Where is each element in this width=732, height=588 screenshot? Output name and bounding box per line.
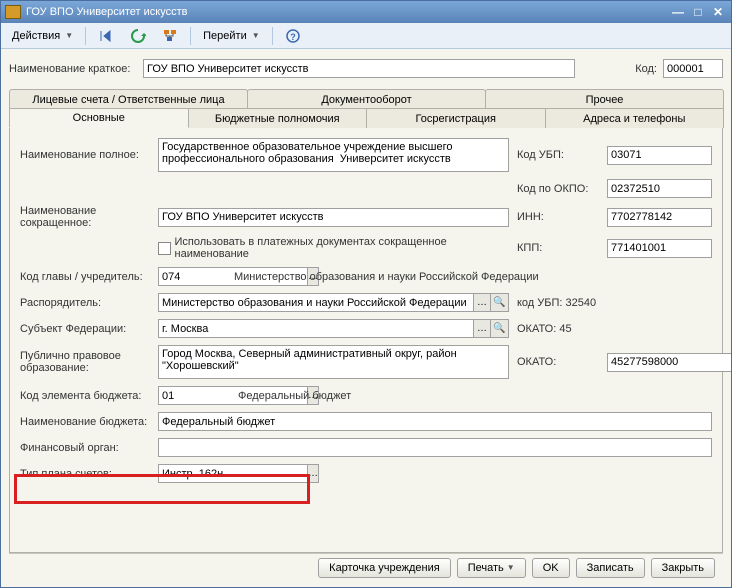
tab-accounts[interactable]: Лицевые счета / Ответственные лица [9, 89, 248, 109]
svg-text:?: ? [290, 32, 296, 42]
subject-search-button[interactable]: 🔍 [491, 319, 509, 338]
form-grid: Наименование полное: Код УБП: Код по ОКП… [20, 138, 712, 483]
goto-menu[interactable]: Перейти▼ [196, 26, 267, 46]
titlebar: ГОУ ВПО Университет искусств — □ ✕ [1, 1, 731, 23]
full-name-label: Наименование полное: [20, 149, 150, 161]
okato-combo: … [607, 353, 712, 372]
okpo-input[interactable] [607, 179, 712, 198]
separator [85, 27, 86, 45]
name-short-input[interactable] [143, 59, 575, 78]
app-icon [5, 5, 21, 19]
chapter-text: Министерство образования и науки Российс… [234, 271, 539, 283]
nav-first-button[interactable] [91, 26, 121, 46]
pub-input[interactable] [158, 345, 509, 379]
close-button[interactable]: ✕ [709, 4, 727, 20]
budget-elem-label: Код элемента бюджета: [20, 390, 150, 402]
card-button[interactable]: Карточка учреждения [318, 558, 451, 578]
tab-other[interactable]: Прочее [485, 89, 724, 109]
chevron-down-icon: ▼ [507, 563, 515, 572]
ok-button[interactable]: OK [532, 558, 570, 578]
fin-label: Финансовый орган: [20, 442, 150, 454]
tab-main[interactable]: Основные [9, 108, 189, 128]
full-name-input[interactable] [158, 138, 509, 172]
manager-search-button[interactable]: 🔍 [491, 293, 509, 312]
short-name-label: Наименование сокращенное: [20, 205, 150, 229]
okato-label: ОКАТО: [517, 356, 599, 368]
maximize-button[interactable]: □ [689, 4, 707, 20]
help-button[interactable]: ? [278, 26, 308, 46]
budget-elem-combo: … [158, 386, 228, 405]
minimize-button[interactable]: — [669, 4, 687, 20]
tab-gosreg[interactable]: Госрегистрация [366, 108, 546, 128]
chapter-combo: … [158, 267, 228, 286]
tab-docflow[interactable]: Документооборот [247, 89, 486, 109]
subject-lookup-button[interactable]: … [473, 319, 491, 338]
short-name-input[interactable] [158, 208, 509, 227]
nav-struct-button[interactable] [155, 26, 185, 46]
manager-combo: … 🔍 [158, 293, 509, 312]
ubp-label: Код УБП: [517, 149, 599, 161]
tab-addresses[interactable]: Адреса и телефоны [545, 108, 725, 128]
manager-side: код УБП: 32540 [517, 297, 712, 309]
inn-label: ИНН: [517, 211, 599, 223]
header-row: Наименование краткое: Код: [9, 59, 723, 78]
help-icon: ? [285, 28, 301, 44]
plan-input[interactable] [158, 464, 307, 483]
pub-label: Публично правовое образование: [20, 350, 150, 374]
nav-prev-button[interactable] [123, 26, 153, 46]
kpp-input[interactable] [607, 239, 712, 258]
fin-input[interactable] [158, 438, 712, 457]
tree-icon [162, 28, 178, 44]
subject-side: ОКАТО: 45 [517, 323, 712, 335]
toolbar: Действия▼ Перейти▼ ? [1, 23, 731, 49]
subject-input[interactable] [158, 319, 473, 338]
separator [190, 27, 191, 45]
okpo-label: Код по ОКПО: [517, 183, 599, 195]
okato-input[interactable] [607, 353, 731, 372]
content-area: Наименование краткое: Код: Лицевые счета… [1, 49, 731, 587]
ubp-input[interactable] [607, 146, 712, 165]
budget-name-label: Наименование бюджета: [20, 416, 150, 428]
subject-label: Субъект Федерации: [20, 323, 150, 335]
tab-body: Наименование полное: Код УБП: Код по ОКП… [9, 128, 723, 553]
code-input[interactable] [663, 59, 723, 78]
budget-name-input[interactable] [158, 412, 712, 431]
close-win-button[interactable]: Закрыть [651, 558, 715, 578]
name-short-label: Наименование краткое: [9, 63, 137, 75]
footer: Карточка учреждения Печать▼ OK Записать … [9, 553, 723, 581]
manager-input[interactable] [158, 293, 473, 312]
actions-menu[interactable]: Действия▼ [5, 26, 80, 46]
plan-combo: … [158, 464, 288, 483]
subject-combo: … 🔍 [158, 319, 509, 338]
plan-label: Тип плана счетов: [20, 468, 150, 480]
chapter-label: Код главы / учредитель: [20, 271, 150, 283]
tabs-upper: Лицевые счета / Ответственные лица Докум… [9, 89, 723, 109]
manager-lookup-button[interactable]: … [473, 293, 491, 312]
window-title: ГОУ ВПО Университет искусств [26, 6, 667, 18]
chevron-down-icon: ▼ [65, 31, 73, 40]
refresh-icon [130, 28, 146, 44]
arrow-first-icon [98, 28, 114, 44]
kpp-label: КПП: [517, 242, 599, 254]
print-button[interactable]: Печать▼ [457, 558, 526, 578]
code-label: Код: [635, 63, 657, 75]
chevron-down-icon: ▼ [252, 31, 260, 40]
budget-elem-text: Федеральный бюджет [238, 390, 351, 402]
plan-lookup-button[interactable]: … [307, 464, 319, 483]
tab-budget-powers[interactable]: Бюджетные полномочия [188, 108, 368, 128]
app-window: ГОУ ВПО Университет искусств — □ ✕ Дейст… [0, 0, 732, 588]
use-short-checkbox-row: Использовать в платежных документах сокр… [158, 236, 509, 260]
use-short-checkbox[interactable] [158, 242, 171, 255]
manager-label: Распорядитель: [20, 297, 150, 309]
separator [272, 27, 273, 45]
save-button[interactable]: Записать [576, 558, 645, 578]
use-short-label: Использовать в платежных документах сокр… [175, 236, 509, 260]
tabs-lower: Основные Бюджетные полномочия Госрегистр… [9, 108, 723, 128]
inn-input[interactable] [607, 208, 712, 227]
